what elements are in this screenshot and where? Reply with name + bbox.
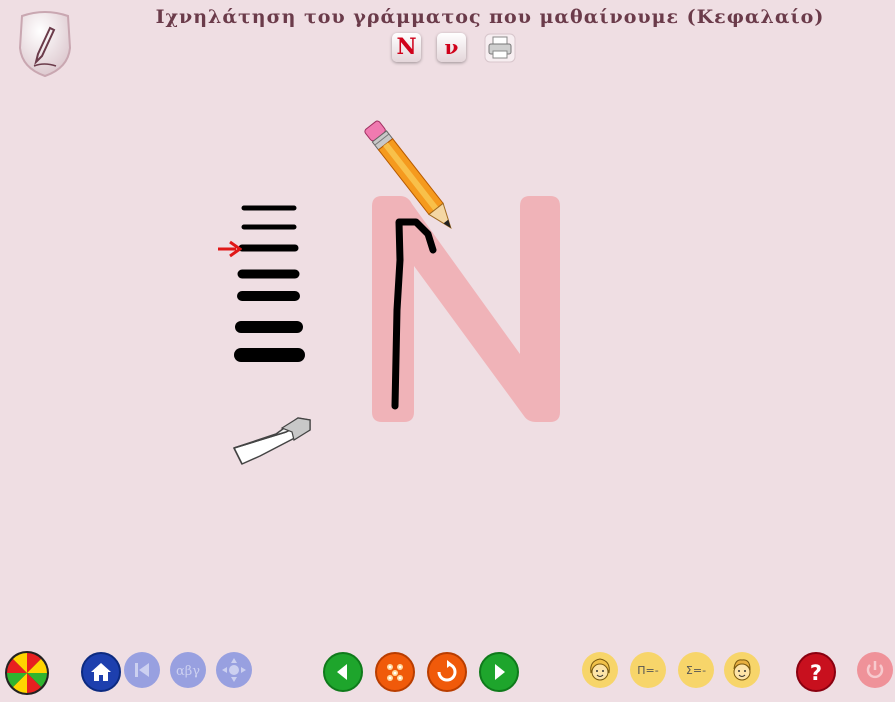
pencil-shield-icon[interactable]	[14, 10, 76, 78]
first-page-icon	[124, 652, 160, 688]
eraser-icon[interactable]	[230, 412, 316, 468]
color-wheel-icon[interactable]	[4, 650, 50, 696]
arrow-left-icon[interactable]	[323, 652, 363, 692]
boy-face-icon[interactable]	[724, 652, 760, 688]
help-icon[interactable]: ?	[796, 652, 836, 692]
uppercase-letter-button[interactable]: Ν	[392, 33, 421, 62]
printer-icon[interactable]	[484, 33, 516, 63]
pi-stories-label: Π=-	[637, 663, 659, 677]
arrow-right-icon[interactable]	[479, 652, 519, 692]
alphabet-icon: αβγ	[170, 652, 206, 688]
svg-text:?: ?	[810, 661, 822, 684]
selected-width-arrow-icon	[216, 240, 242, 258]
tracing-canvas[interactable]	[340, 110, 600, 440]
reload-icon[interactable]	[427, 652, 467, 692]
stroke-width-selector	[232, 200, 307, 370]
flowers-icon[interactable]	[375, 652, 415, 692]
power-icon[interactable]	[857, 652, 893, 688]
pi-stories-button[interactable]: Π=-	[630, 652, 666, 688]
home-icon[interactable]	[81, 652, 121, 692]
sigma-stories-button[interactable]: Σ=-	[678, 652, 714, 688]
svg-text:αβγ: αβγ	[176, 664, 200, 679]
navigation-pad-icon	[216, 652, 252, 688]
girl-face-icon[interactable]	[582, 652, 618, 688]
lowercase-letter-button[interactable]: ν	[437, 33, 466, 62]
sigma-stories-label: Σ=-	[685, 663, 707, 677]
page-title: Ιχνηλάτηση του γράμματος που μαθαίνουμε …	[155, 6, 825, 28]
